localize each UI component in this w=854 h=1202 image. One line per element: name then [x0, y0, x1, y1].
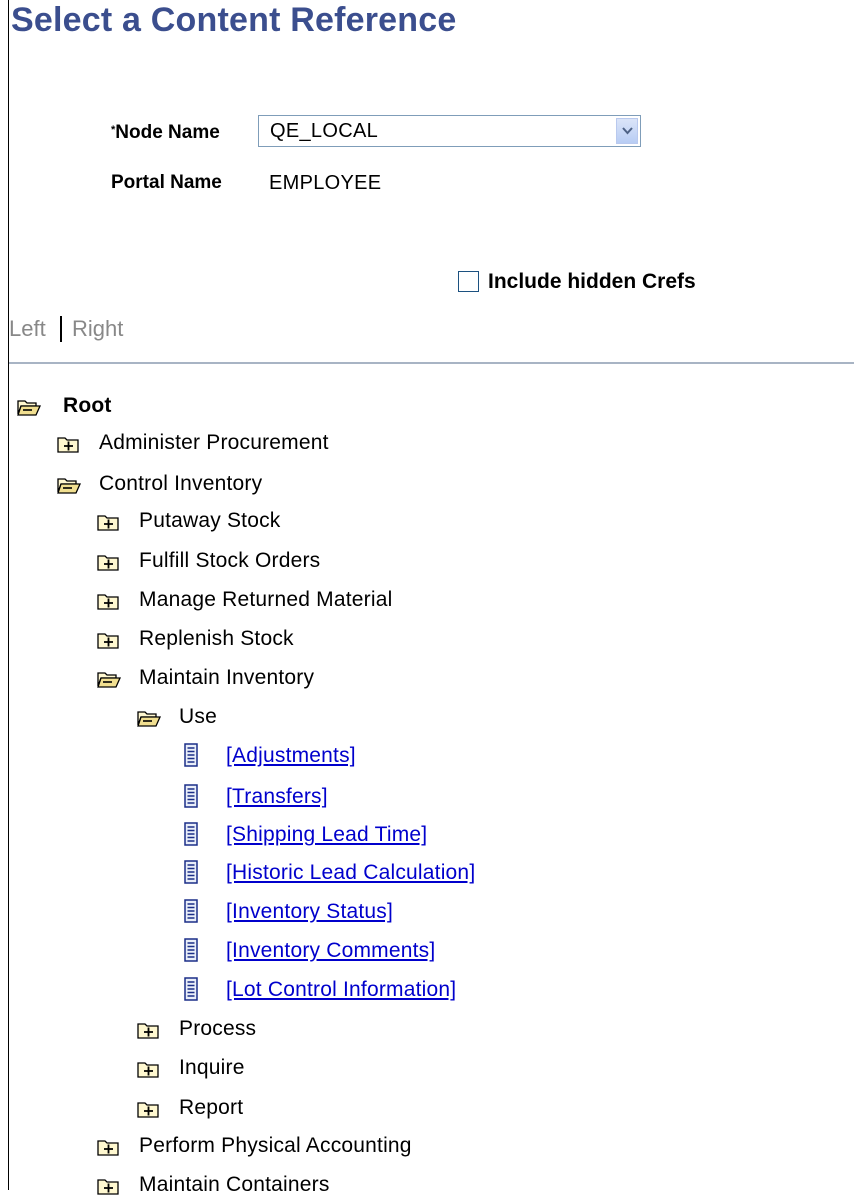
document-icon: [183, 860, 205, 891]
tree-link-item[interactable]: [Inventory Status]: [183, 899, 393, 929]
tree-link-item[interactable]: [Adjustments]: [183, 743, 356, 773]
document-icon: [183, 899, 205, 930]
folder-plus-icon[interactable]: [137, 1020, 161, 1046]
tree-folder-label: Maintain Containers: [139, 1173, 330, 1196]
include-hidden-crefs-label: Include hidden Crefs: [488, 270, 696, 293]
tree-folder-label: Putaway Stock: [139, 509, 281, 532]
tree-folder-label: Root: [63, 394, 112, 417]
tree-folder-label: Use: [179, 705, 217, 728]
nav-left-link[interactable]: Left: [9, 316, 46, 342]
tree-folder-label: Process: [179, 1017, 257, 1040]
document-icon: [183, 743, 205, 774]
tree-folder-item[interactable]: Administer Procurement: [57, 430, 329, 460]
tree-link-label[interactable]: [Inventory Comments]: [226, 938, 435, 964]
tree-link-label[interactable]: [Adjustments]: [226, 743, 356, 769]
folder-plus-icon[interactable]: [97, 630, 121, 656]
folder-plus-icon[interactable]: [97, 552, 121, 578]
required-marker: *: [111, 124, 116, 136]
tree-folder-item[interactable]: Putaway Stock: [97, 508, 281, 538]
tree-folder-label: Fulfill Stock Orders: [139, 549, 321, 572]
tree-link-label[interactable]: [Shipping Lead Time]: [226, 822, 427, 848]
page-left-border: [8, 0, 9, 1190]
tree-folder-label: Replenish Stock: [139, 627, 294, 650]
tree-folder-label: Perform Physical Accounting: [139, 1134, 412, 1157]
folder-plus-icon[interactable]: [97, 512, 121, 538]
tree-folder-label: Inquire: [179, 1056, 245, 1079]
folder-plus-icon[interactable]: [137, 1059, 161, 1085]
section-divider: [9, 362, 854, 364]
node-name-label: *Node Name: [111, 122, 220, 144]
tree-folder-item[interactable]: Perform Physical Accounting: [97, 1133, 412, 1163]
folder-open-icon[interactable]: [17, 397, 42, 423]
tree-folder-label: Control Inventory: [99, 472, 263, 495]
nav-separator: [60, 316, 62, 342]
document-icon: [183, 938, 205, 969]
folder-plus-icon[interactable]: [97, 1176, 121, 1202]
tree-link-label[interactable]: [Lot Control Information]: [226, 977, 456, 1003]
page-title: Select a Content Reference: [11, 1, 457, 39]
tree-folder-item[interactable]: Report: [137, 1095, 243, 1125]
tree-folder-item[interactable]: Inquire: [137, 1055, 245, 1085]
node-name-label-text: Node Name: [115, 122, 220, 143]
tree-folder-item[interactable]: Replenish Stock: [97, 626, 294, 656]
portal-name-value: EMPLOYEE: [269, 172, 382, 194]
tree-link-item[interactable]: [Historic Lead Calculation]: [183, 860, 475, 890]
tree-folder-label: Report: [179, 1096, 244, 1119]
tree-link-item[interactable]: [Inventory Comments]: [183, 938, 435, 968]
tree-link-label[interactable]: [Historic Lead Calculation]: [226, 860, 475, 886]
folder-plus-icon[interactable]: [97, 591, 121, 617]
folder-plus-icon[interactable]: [97, 1137, 121, 1163]
tree-folder-item[interactable]: Process: [137, 1016, 256, 1046]
tree-link-item[interactable]: [Lot Control Information]: [183, 977, 456, 1007]
node-name-select[interactable]: QE_LOCAL: [258, 115, 641, 147]
tree-folder-item[interactable]: Manage Returned Material: [97, 587, 392, 617]
tree-folder-label: Maintain Inventory: [139, 666, 315, 689]
document-icon: [183, 977, 205, 1008]
tree-folder-item[interactable]: Control Inventory: [57, 471, 262, 501]
tree-folder-item[interactable]: Maintain Containers: [97, 1172, 330, 1202]
node-name-value: QE_LOCAL: [270, 120, 379, 142]
include-hidden-crefs-checkbox[interactable]: [458, 271, 479, 292]
portal-name-label: Portal Name: [111, 172, 222, 193]
tree-link-label[interactable]: [Transfers]: [226, 784, 328, 810]
tree-folder-label: Manage Returned Material: [139, 588, 393, 611]
folder-plus-icon[interactable]: [137, 1099, 161, 1125]
tree-folder-item[interactable]: Use: [137, 704, 217, 734]
nav-right-link[interactable]: Right: [72, 316, 123, 342]
folder-open-icon[interactable]: [97, 669, 122, 695]
tree-folder-item[interactable]: Root: [17, 393, 112, 423]
folder-open-icon[interactable]: [57, 475, 82, 501]
document-icon: [183, 822, 205, 853]
tree-folder-item[interactable]: Fulfill Stock Orders: [97, 548, 320, 578]
tree-link-item[interactable]: [Transfers]: [183, 784, 328, 814]
tree-link-item[interactable]: [Shipping Lead Time]: [183, 822, 427, 852]
tree-link-label[interactable]: [Inventory Status]: [226, 899, 393, 925]
folder-plus-icon[interactable]: [57, 434, 81, 460]
tree-folder-item[interactable]: Maintain Inventory: [97, 665, 314, 695]
folder-open-icon[interactable]: [137, 708, 162, 734]
chevron-down-icon[interactable]: [616, 118, 638, 144]
tree-folder-label: Administer Procurement: [99, 431, 329, 454]
document-icon: [183, 784, 205, 815]
